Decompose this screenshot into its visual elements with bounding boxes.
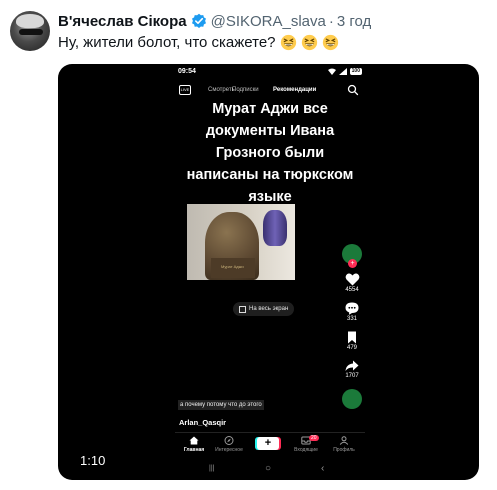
author-name[interactable]: В'ячеслав Сікора	[58, 13, 187, 30]
follow-plus-icon: +	[348, 259, 357, 268]
tab-recommended: Рекомендации	[273, 87, 317, 93]
grinning-squinting-face-icon	[301, 34, 317, 51]
status-icons: 100	[327, 68, 362, 75]
fullscreen-icon	[239, 305, 246, 313]
recents-icon: |||	[209, 465, 215, 472]
search-icon	[347, 84, 359, 96]
verified-badge-icon	[191, 13, 206, 28]
signal-icon	[338, 68, 347, 75]
avatar-glasses	[19, 29, 43, 35]
avatar-hair	[16, 14, 44, 28]
tweet-video[interactable]: 1:10 09:54 100 LIVE Смотреть Подписки Ре…	[58, 64, 479, 480]
battery-icon: 100	[349, 68, 362, 75]
bookmark-icon	[348, 331, 356, 344]
tweet-time[interactable]: 3 год	[337, 13, 371, 30]
home-circle-icon: ○	[265, 463, 272, 474]
home-icon	[189, 436, 199, 445]
tweet-header: В'ячеслав Сікора @SIKORA_slava · 3 год	[58, 10, 371, 32]
action-rail: + 4554 331 479 1707	[340, 244, 364, 409]
like-action: 4554	[340, 273, 364, 293]
inbox-badge: 20	[309, 435, 319, 441]
phone-status-bar: 09:54 100	[178, 68, 362, 78]
tweet-text-body: Ну, жители болот, что скажете?	[58, 34, 276, 51]
profile-icon	[339, 436, 349, 445]
author-avatar[interactable]	[10, 11, 50, 51]
live-icon: LIVE	[179, 85, 191, 95]
saves-count: 479	[346, 345, 357, 351]
tweet-text: Ну, жители болот, что скажете?	[58, 34, 339, 51]
video-frame-bust: Мурат Аджи	[187, 204, 295, 280]
nav-inbox-label: Входящие	[294, 447, 318, 453]
video-caption: Мурат Аджи все документы Ивана Грозного …	[186, 101, 354, 205]
comments-count: 331	[346, 316, 357, 322]
author-handle[interactable]: @SIKORA_slava	[211, 13, 326, 30]
vase-shape	[263, 210, 287, 246]
nav-profile: Профиль	[327, 436, 361, 453]
nav-interesting: Интересное	[212, 436, 246, 453]
nav-inbox: 20 Входящие	[289, 435, 323, 453]
status-time: 09:54	[178, 68, 196, 75]
tiktok-bottom-nav: Главная Интересное + 20 Входящие Профиль	[175, 432, 365, 458]
save-action: 479	[340, 331, 364, 351]
fullscreen-label: На весь экран	[249, 306, 289, 312]
android-system-nav: ||| ○ ‹	[175, 462, 365, 476]
likes-count: 4554	[345, 287, 359, 293]
phone-screen-recording: 09:54 100 LIVE Смотреть Подписки Рекомен…	[175, 64, 365, 480]
video-duration: 1:10	[80, 453, 106, 468]
nav-home-label: Главная	[183, 447, 205, 453]
fullscreen-button: На весь экран	[233, 302, 295, 316]
plaque-text: Мурат Аджи	[221, 264, 244, 269]
grinning-squinting-face-icon	[280, 34, 296, 51]
compass-icon	[224, 436, 234, 445]
nav-profile-label: Профиль	[333, 447, 355, 453]
header-separator: ·	[328, 12, 334, 30]
heart-icon	[345, 273, 359, 286]
tab-following: Подписки	[232, 87, 259, 93]
share-action: 1707	[340, 360, 364, 379]
tab-watch: Смотреть	[208, 87, 235, 93]
nav-interesting-label: Интересное	[215, 447, 243, 453]
share-arrow-icon	[345, 360, 359, 371]
nav-home: Главная	[177, 436, 211, 453]
music-disc-icon	[342, 389, 362, 409]
tiktok-top-nav: LIVE Смотреть Подписки Рекомендации	[175, 84, 365, 98]
wifi-icon	[327, 68, 336, 75]
grinning-squinting-face-icon	[322, 34, 338, 51]
shares-count: 1707	[345, 373, 359, 379]
back-icon: ‹	[321, 463, 325, 474]
creator-avatar: +	[342, 244, 362, 268]
creator-username: Arlan_Qasqir	[179, 418, 227, 427]
create-plus-button: +	[257, 437, 279, 450]
subtitle-text: а почему потому что до этого	[178, 400, 264, 410]
comment-icon	[345, 302, 359, 315]
comment-action: 331	[340, 302, 364, 322]
